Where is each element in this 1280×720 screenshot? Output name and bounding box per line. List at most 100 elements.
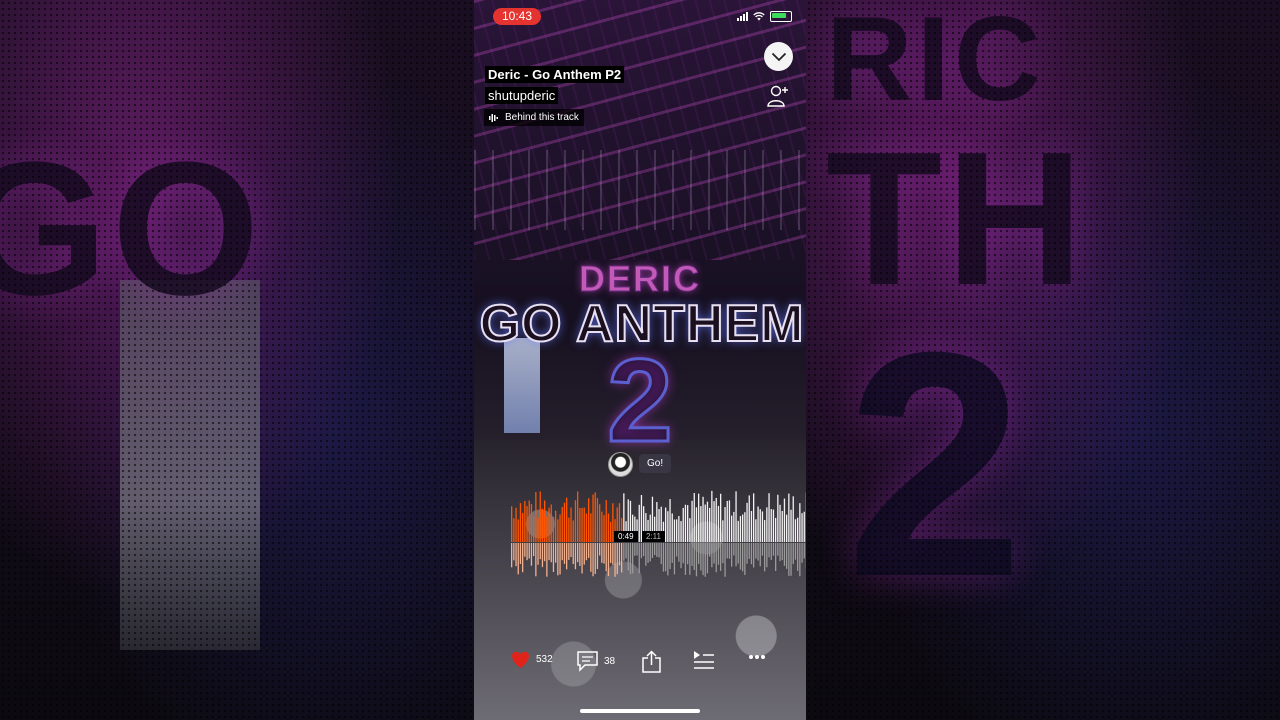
waveform-bar: [590, 513, 592, 542]
waveform-bar: [698, 493, 700, 542]
waveform-reflection-bar: [522, 543, 524, 573]
heart-icon: [512, 651, 529, 668]
waveform-reflection-bar: [753, 543, 755, 568]
waveform-reflection-bar: [537, 543, 539, 565]
waveform-bar: [599, 504, 601, 542]
waveform-reflection-bar: [757, 543, 759, 561]
collapse-button[interactable]: [764, 42, 793, 71]
waveform-bar: [596, 498, 599, 542]
waveform-bar: [519, 503, 522, 542]
waveform-bar: [515, 507, 517, 542]
waveform-reflection-bar: [643, 543, 645, 557]
waveform-bar: [548, 507, 550, 542]
waveform-reflection-bar: [779, 543, 781, 562]
action-bar: 532 38: [474, 650, 806, 678]
comments-button[interactable]: 38: [576, 650, 615, 672]
waveform-reflection-bar: [614, 543, 616, 577]
waveform-reflection-bar: [535, 543, 537, 577]
waveform-bar: [546, 516, 548, 542]
waveform-reflection-bar: [566, 543, 568, 570]
waveform-bar: [779, 504, 781, 542]
waveform-reflection-bar: [746, 543, 748, 564]
waveform-reflection-bar: [700, 543, 702, 571]
waveform-reflection-bar: [739, 543, 742, 570]
waveform-bar: [733, 511, 735, 542]
waveform-bar: [605, 500, 607, 542]
waveform-bar: [566, 497, 568, 542]
waveform-reflection-bar: [645, 543, 647, 566]
status-time: 10:43: [493, 8, 541, 25]
waveform-reflection-bar: [627, 543, 629, 571]
waveform-bar: [577, 491, 579, 542]
waveform-bar: [588, 498, 590, 542]
waveform-reflection-bar: [742, 543, 744, 572]
waveform-bar: [601, 511, 603, 542]
waveform-bar: [594, 492, 596, 542]
waveform-reflection-bar: [570, 543, 572, 557]
waveform-bar: [700, 506, 702, 542]
waveform-reflection-bar: [526, 543, 528, 561]
waveform-reflection-bar: [781, 543, 783, 561]
waveform-reflection-bar: [511, 543, 513, 568]
waveform-reflection-bar: [607, 543, 610, 577]
waveform-reflection-bar: [695, 543, 698, 577]
waveform-bar: [790, 509, 792, 542]
waveform-reflection-bar: [761, 543, 764, 556]
waveform-bar: [731, 515, 733, 542]
waveform-bar: [563, 502, 566, 542]
queue-button[interactable]: [693, 650, 715, 670]
like-button[interactable]: 532: [510, 650, 553, 669]
waveform-bar: [711, 490, 713, 542]
waveform-reflection-bar: [744, 543, 746, 575]
waveform-bar: [781, 510, 783, 542]
waveform-bar: [550, 504, 552, 542]
waveform-reflection-bar: [530, 543, 533, 566]
waveform-bar: [744, 512, 746, 542]
waveform-bar: [552, 517, 555, 542]
waveform-bar: [757, 506, 759, 542]
waveform-bar: [607, 513, 610, 542]
waveform-bar: [735, 491, 737, 542]
waveform-bar: [706, 501, 709, 542]
waveform-reflection-bar: [667, 543, 669, 576]
waveform-bar: [559, 514, 561, 542]
waveform-reflection-bar: [528, 543, 530, 559]
waveform-reflection-bar: [772, 543, 775, 556]
behind-this-track-button[interactable]: Behind this track: [484, 109, 584, 126]
home-indicator[interactable]: [580, 709, 700, 713]
track-title[interactable]: Deric - Go Anthem P2: [485, 66, 625, 83]
waveform-reflection-bar: [759, 543, 761, 567]
waveform-reflection-bar: [713, 543, 715, 564]
artist-name[interactable]: shutupderic: [485, 87, 559, 104]
waveform-reflection-bar: [735, 543, 737, 567]
waveform-reflection-bar: [728, 543, 731, 559]
waveform-reflection-bar: [731, 543, 733, 567]
waveform-bar: [702, 496, 704, 542]
waveform-bar: [682, 507, 684, 542]
waveform-reflection-bar: [544, 543, 546, 562]
waveform-bar: [739, 516, 742, 542]
share-button[interactable]: [641, 650, 662, 673]
waveform-bar: [687, 505, 689, 542]
waveform-reflection-bar: [533, 543, 535, 557]
more-button[interactable]: [748, 654, 766, 660]
waveform-bar: [772, 509, 775, 542]
waveform-reflection-bar: [572, 543, 574, 565]
waveform-reflection-bar: [737, 543, 739, 564]
comment-avatar[interactable]: [608, 452, 633, 477]
waveform-bar: [676, 519, 678, 542]
comment-count: 38: [604, 655, 616, 667]
waveform-bar: [511, 506, 513, 542]
waveform-bar: [753, 493, 755, 542]
follow-user-button[interactable]: [766, 84, 790, 113]
waveform-bar: [570, 507, 572, 542]
comment-bubble[interactable]: Go!: [639, 454, 672, 473]
waveform-reflection-bar: [680, 543, 682, 569]
waveform-reflection-bar: [612, 543, 614, 565]
waveform-reflection-bar: [574, 543, 577, 570]
waveform-bar: [726, 500, 728, 542]
battery-icon: [770, 11, 792, 22]
waveform-bar: [742, 514, 744, 542]
waveform-reflection-bar: [618, 543, 621, 566]
waveform-bar: [777, 494, 779, 542]
